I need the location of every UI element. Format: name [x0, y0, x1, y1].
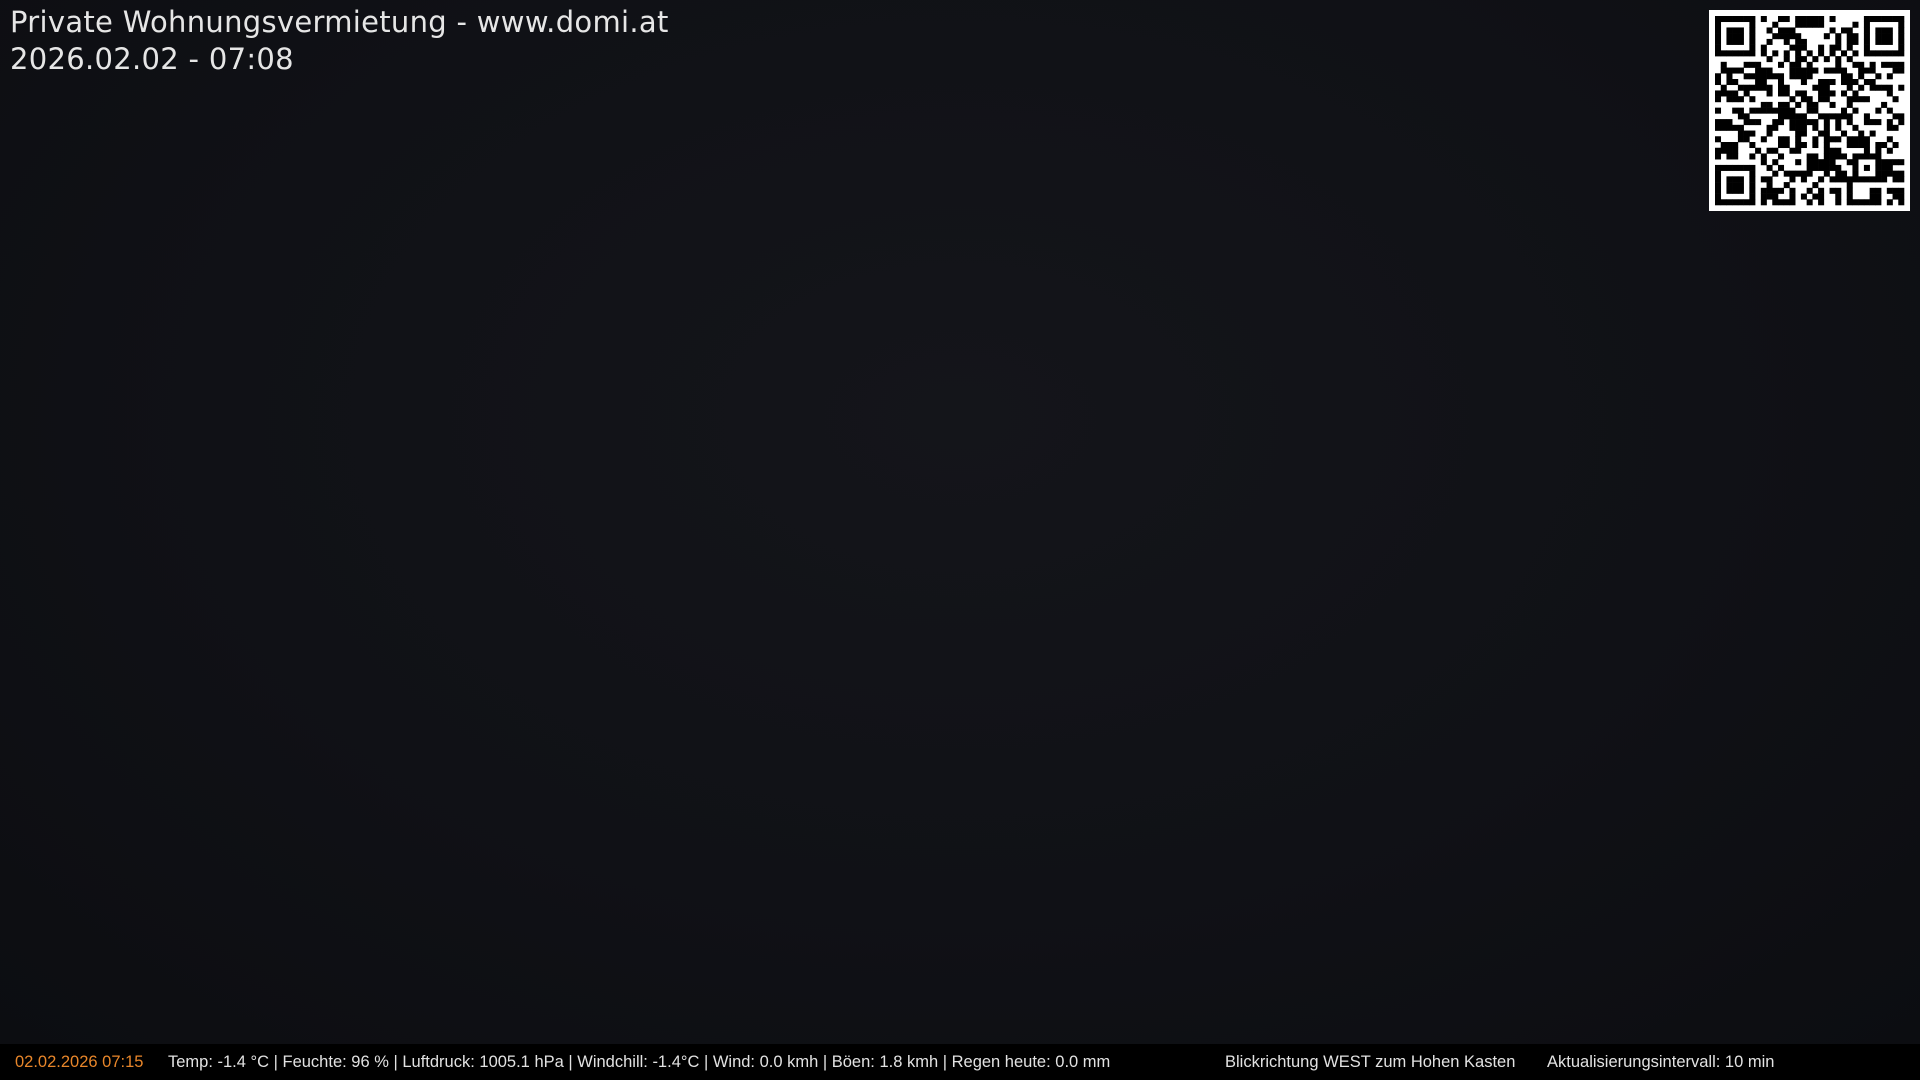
status-bar: 02.02.2026 07:15 Temp: -1.4 °C | Feuchte…	[0, 1044, 1920, 1080]
qr-code-icon	[1709, 10, 1910, 211]
weather-readout: Temp: -1.4 °C | Feuchte: 96 % | Luftdruc…	[168, 1053, 1111, 1071]
webcam-image	[0, 0, 1920, 1044]
update-interval: Aktualisierungsintervall: 10 min	[1547, 1053, 1775, 1071]
overlay-title: Private Wohnungsvermietung - www.domi.at	[10, 5, 669, 39]
overlay-datetime: 2026.02.02 - 07:08	[10, 42, 294, 76]
webcam-overlay-text: Private Wohnungsvermietung - www.domi.at…	[10, 4, 669, 78]
view-direction: Blickrichtung WEST zum Hohen Kasten	[1225, 1053, 1516, 1071]
status-timestamp: 02.02.2026 07:15	[15, 1053, 144, 1071]
